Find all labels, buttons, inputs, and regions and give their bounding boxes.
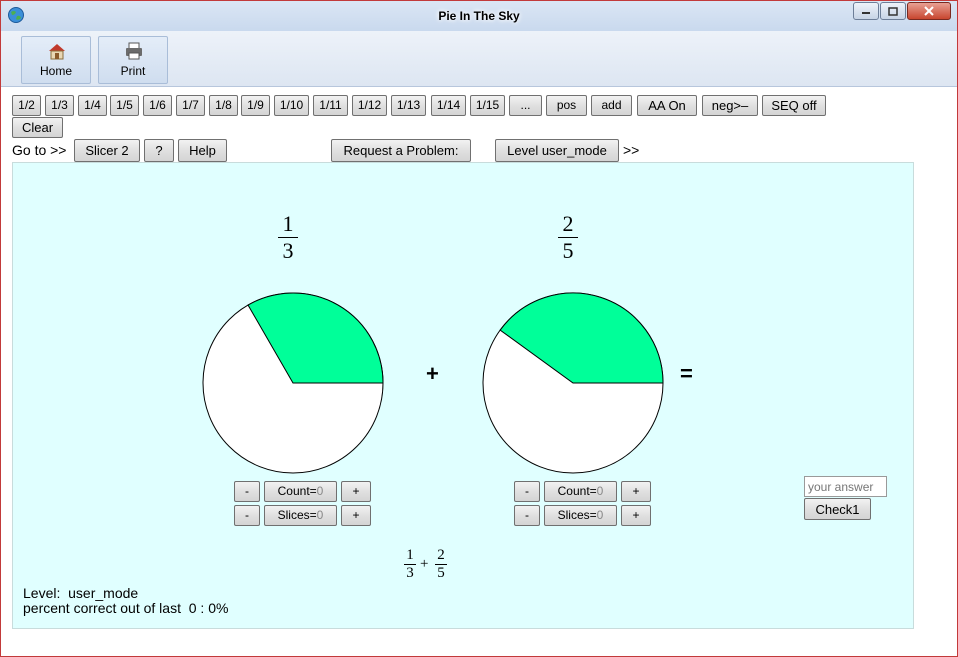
window-title: Pie In The Sky [438,9,520,23]
pos-button[interactable]: pos [546,95,587,116]
neg-button[interactable]: neg>– [702,95,758,116]
plus-operator: + [426,361,439,386]
twelfth-button[interactable]: 1/12 [352,95,387,116]
fourteenth-button[interactable]: 1/14 [431,95,466,116]
request-problem-button[interactable]: Request a Problem: [331,139,471,162]
right-fraction: 2 5 [558,213,578,262]
percent-status: percent correct out of last 0 : 0% [23,600,229,616]
close-button[interactable] [907,2,951,20]
thirteenth-button[interactable]: 1/13 [391,95,426,116]
left-count-plus-button[interactable]: + [341,481,371,502]
window-controls [852,2,951,20]
close-icon [924,6,934,16]
left-denominator: 3 [282,238,294,263]
equals-operator: = [680,361,693,386]
tenth-button[interactable]: 1/10 [274,95,309,116]
left-numerator: 1 [282,211,294,236]
right-slices-button[interactable]: Slices=0 [544,505,617,526]
expression-left-fraction: 1 3 [404,548,416,581]
sixth-button[interactable]: 1/6 [143,95,172,116]
level-button[interactable]: Level user_mode [495,139,619,162]
right-pie-chart [482,292,664,474]
right-slices-label: Slices= [557,508,597,522]
seq-off-button[interactable]: SEQ off [762,95,826,116]
right-slices-minus-button[interactable]: - [514,505,540,526]
more-button[interactable]: ... [509,95,542,116]
right-numerator: 2 [562,211,574,236]
fifteenth-button[interactable]: 1/15 [470,95,505,116]
left-slices-minus-button[interactable]: - [234,505,260,526]
goto-label: Go to >> [12,142,67,158]
left-fraction: 1 3 [278,213,298,262]
left-slices-button[interactable]: Slices=0 [264,505,337,526]
half-button[interactable]: 1/2 [12,95,41,116]
aa-on-button[interactable]: AA On [637,95,697,116]
right-count-plus-button[interactable]: + [621,481,651,502]
check-button[interactable]: Check1 [804,498,871,520]
right-slices-plus-button[interactable]: + [621,505,651,526]
maximize-button[interactable] [880,2,906,20]
level-arrow-label: >> [623,142,640,158]
right-count-label: Count= [557,484,597,498]
ninth-button[interactable]: 1/9 [241,95,270,116]
right-denominator: 5 [562,238,574,263]
printer-icon [126,42,142,60]
expression-right-numerator: 2 [437,547,445,563]
clear-button[interactable]: Clear [12,117,63,138]
add-button[interactable]: add [591,95,632,116]
fifth-button[interactable]: 1/5 [110,95,139,116]
right-count-value: 0 [596,484,604,498]
left-count-label: Count= [277,484,317,498]
ribbon-toolbar: Home Print [1,31,957,87]
answer-input[interactable] [804,476,887,497]
quarter-button[interactable]: 1/4 [78,95,107,116]
minimize-icon [862,12,870,14]
left-pie-chart [202,292,384,474]
home-label: Home [39,64,72,78]
slicer-2-button[interactable]: Slicer 2 [74,139,140,162]
expression-right-fraction: 2 5 [435,548,447,581]
print-label: Print [120,64,146,78]
left-count-button[interactable]: Count=0 [264,481,337,502]
help-button[interactable]: Help [178,139,227,162]
print-button[interactable]: Print [98,36,168,84]
right-count-minus-button[interactable]: - [514,481,540,502]
expression-left-denominator: 3 [406,565,414,581]
right-slices-value: 0 [596,508,604,522]
expression-plus: + [420,556,429,572]
title-bar: Pie In The Sky [1,1,957,31]
left-slices-plus-button[interactable]: + [341,505,371,526]
left-slices-label: Slices= [277,508,317,522]
left-count-value: 0 [316,484,324,498]
minimize-button[interactable] [853,2,879,20]
third-button[interactable]: 1/3 [45,95,74,116]
problem-panel [12,162,914,629]
expression-left-numerator: 1 [406,547,414,563]
maximize-icon [888,6,898,16]
right-count-button[interactable]: Count=0 [544,481,617,502]
left-slices-value: 0 [316,508,324,522]
app-window: Pie In The Sky Home Print 1/2 1/3 1/4 1/… [0,0,958,657]
seventh-button[interactable]: 1/7 [176,95,205,116]
home-button[interactable]: Home [21,36,91,84]
level-status: Level: user_mode [23,585,139,601]
left-count-minus-button[interactable]: - [234,481,260,502]
question-button[interactable]: ? [144,139,174,162]
home-icon [49,44,65,60]
eighth-button[interactable]: 1/8 [209,95,238,116]
expression-right-denominator: 5 [437,565,445,581]
eleventh-button[interactable]: 1/11 [313,95,348,116]
